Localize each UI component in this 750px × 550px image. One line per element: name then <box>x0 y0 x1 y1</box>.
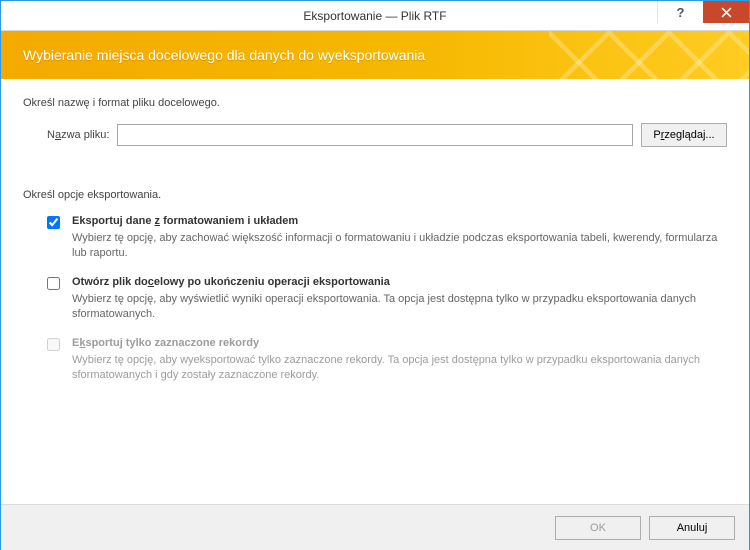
option-export-selected: Eksportuj tylko zaznaczone rekordy Wybie… <box>47 337 727 384</box>
option-export-formatting: Eksportuj dane z formatowaniem i układem… <box>47 215 727 262</box>
option-title: Eksportuj dane z formatowaniem i układem <box>72 215 727 227</box>
close-icon <box>721 7 732 18</box>
ok-button: OK <box>555 516 641 540</box>
title-bar: Eksportowanie — Plik RTF ? <box>1 1 749 31</box>
option-export-selected-checkbox <box>47 338 60 351</box>
option-desc: Wybierz tę opcję, aby wyeksportować tylk… <box>72 353 727 384</box>
option-title: Otwórz plik docelowy po ukończeniu opera… <box>72 276 727 288</box>
option-open-after-export: Otwórz plik docelowy po ukończeniu opera… <box>47 276 727 323</box>
option-desc: Wybierz tę opcję, aby wyświetlić wyniki … <box>72 292 727 323</box>
dialog-footer: OK Anuluj <box>1 504 749 550</box>
option-title: Eksportuj tylko zaznaczone rekordy <box>72 337 727 349</box>
content-area: Określ nazwę i format pliku docelowego. … <box>1 79 749 383</box>
banner-text: Wybieranie miejsca docelowego dla danych… <box>23 47 425 63</box>
window-title: Eksportowanie — Plik RTF <box>1 9 749 23</box>
wizard-banner: Wybieranie miejsca docelowego dla danych… <box>1 31 749 79</box>
export-options: Eksportuj dane z formatowaniem i układem… <box>23 215 727 383</box>
browse-button[interactable]: Przeglądaj... <box>641 123 727 147</box>
option-export-formatting-checkbox[interactable] <box>47 216 60 229</box>
cancel-button[interactable]: Anuluj <box>649 516 735 540</box>
option-open-after-export-checkbox[interactable] <box>47 277 60 290</box>
section-label-options: Określ opcje eksportowania. <box>23 189 727 201</box>
file-name-label: Nazwa pliku: <box>47 129 109 141</box>
help-button[interactable]: ? <box>657 1 703 23</box>
file-name-input[interactable] <box>117 124 633 146</box>
option-desc: Wybierz tę opcję, aby zachować większość… <box>72 231 727 262</box>
close-button[interactable] <box>703 1 749 23</box>
titlebar-buttons: ? <box>657 1 749 31</box>
section-label-destination: Określ nazwę i format pliku docelowego. <box>23 97 727 109</box>
file-row: Nazwa pliku: Przeglądaj... <box>23 123 727 147</box>
